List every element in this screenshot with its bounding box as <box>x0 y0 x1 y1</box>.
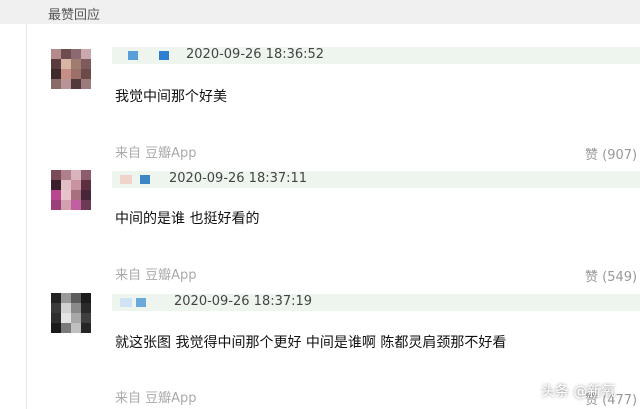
username-link[interactable] <box>159 51 169 60</box>
like-count[interactable]: 赞 (549) <box>585 266 637 285</box>
comment-text: 中间的是谁 也挺好看的 <box>115 211 260 227</box>
comment-meta-bar: 2020-09-26 18:36:52 <box>112 47 640 64</box>
section-title: 最赞回应 <box>48 8 101 23</box>
comment-source[interactable]: 来自 豆瓣App <box>115 142 197 161</box>
username-link[interactable] <box>120 298 132 307</box>
username-link[interactable] <box>120 175 132 184</box>
comment-timestamp: 2020-09-26 18:37:11 <box>169 171 308 186</box>
comment-text: 我觉中间那个好美 <box>115 89 227 105</box>
comment-meta-bar: 2020-09-26 18:37:19 <box>112 294 640 311</box>
page-divider <box>26 24 27 409</box>
comment-timestamp: 2020-09-26 18:36:52 <box>186 47 325 62</box>
user-avatar[interactable] <box>51 170 91 210</box>
user-avatar[interactable] <box>51 49 91 89</box>
comment-source[interactable]: 来自 豆瓣App <box>115 264 197 283</box>
comment-meta-bar: 2020-09-26 18:37:11 <box>112 171 640 188</box>
like-count[interactable]: 赞 (907) <box>585 144 637 163</box>
section-header: 最赞回应 <box>0 0 640 24</box>
username-link[interactable] <box>136 298 146 307</box>
comment-timestamp: 2020-09-26 18:37:19 <box>174 294 313 309</box>
username-link[interactable] <box>128 51 138 60</box>
comment-source[interactable]: 来自 豆瓣App <box>115 387 197 406</box>
watermark-text: 头条 @新氧 <box>541 384 616 400</box>
comment-text: 就这张图 我觉得中间那个更好 中间是谁啊 陈都灵肩颈那不好看 <box>115 335 507 351</box>
username-link[interactable] <box>140 175 150 184</box>
user-avatar[interactable] <box>51 293 91 333</box>
